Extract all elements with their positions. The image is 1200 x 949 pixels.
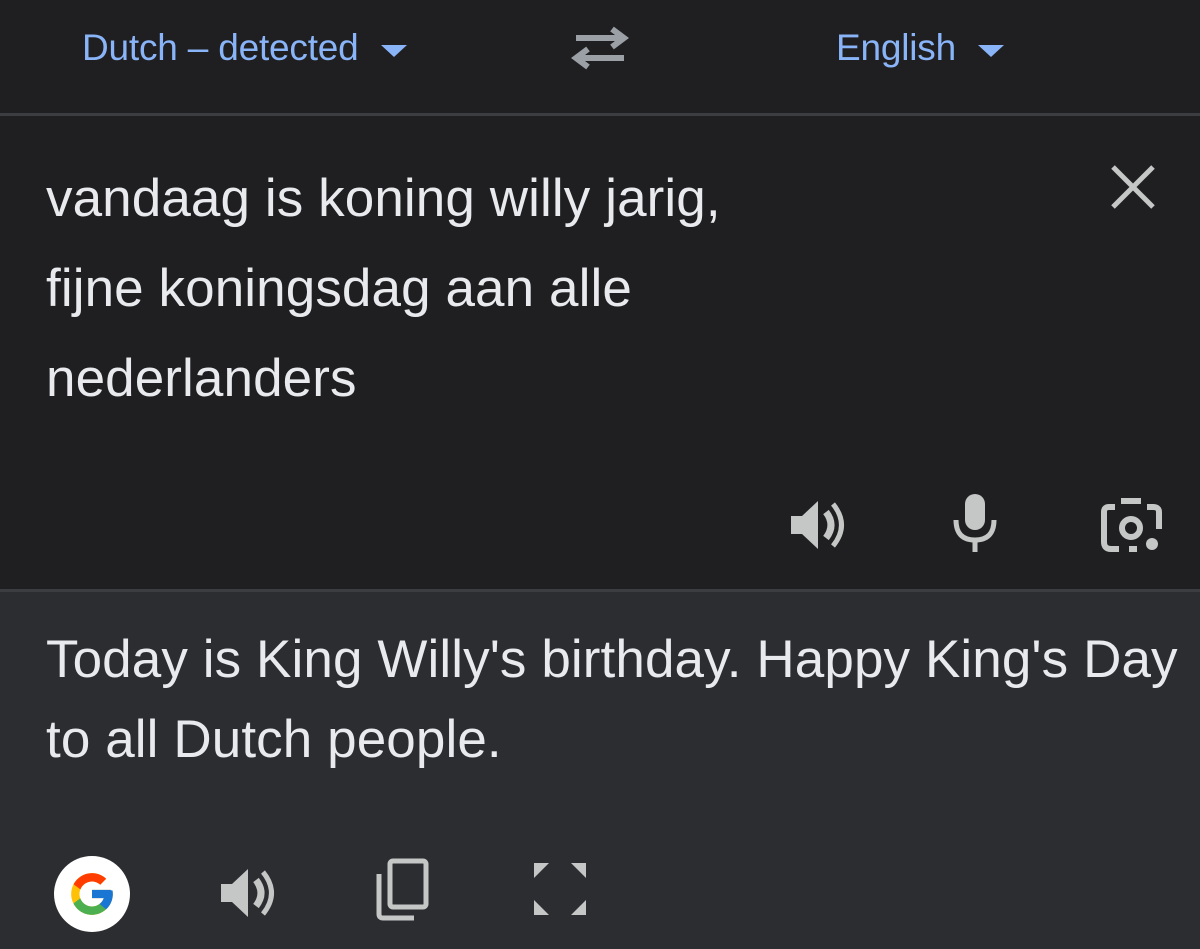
translation-text: Today is King Willy's birthday. Happy Ki… <box>46 630 1178 769</box>
speaker-icon <box>791 501 844 549</box>
language-bar: Dutch – detected English <box>0 0 1200 113</box>
swap-languages-icon <box>571 26 629 70</box>
source-text-input[interactable]: vandaag is koning willy jarig, fijne kon… <box>46 154 1026 424</box>
translation-listen-button[interactable] <box>218 864 280 922</box>
source-listen-button[interactable] <box>788 496 850 554</box>
target-language-label: English <box>836 27 956 68</box>
fullscreen-button[interactable] <box>531 860 589 918</box>
close-icon <box>1111 165 1155 209</box>
camera-icon <box>1101 498 1162 552</box>
microphone-icon <box>953 494 997 552</box>
chevron-down-icon <box>380 45 407 57</box>
source-language-selector[interactable]: Dutch – detected <box>82 26 407 70</box>
google-logo <box>71 873 113 915</box>
swap-languages-button[interactable] <box>568 24 632 72</box>
translation-panel: Today is King Willy's birthday. Happy Ki… <box>0 592 1200 949</box>
source-panel: vandaag is koning willy jarig, fijne kon… <box>0 116 1200 589</box>
clear-text-button[interactable] <box>1106 160 1160 214</box>
fullscreen-icon <box>534 863 586 915</box>
google-search-button[interactable] <box>54 856 130 932</box>
chevron-down-icon <box>977 45 1004 57</box>
camera-input-button[interactable] <box>1101 497 1163 555</box>
source-language-label: Dutch – detected <box>82 27 359 68</box>
copy-icon <box>376 858 429 921</box>
voice-input-button[interactable] <box>951 492 999 556</box>
speaker-icon <box>221 869 274 917</box>
copy-translation-button[interactable] <box>374 858 430 922</box>
target-language-selector[interactable]: English <box>836 26 1004 70</box>
